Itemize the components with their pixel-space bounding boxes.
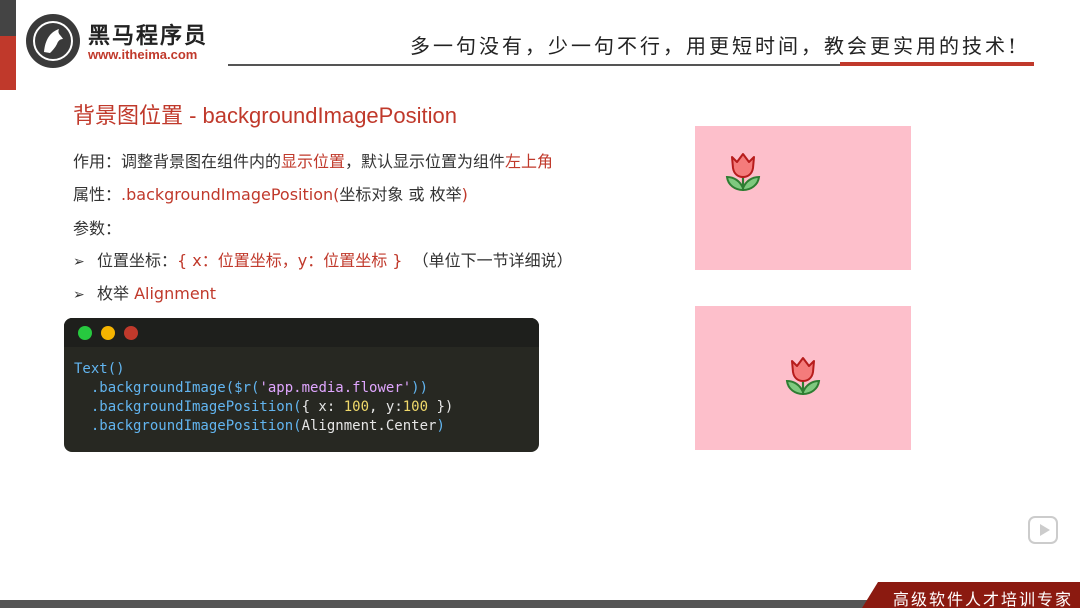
params-label: 参数： [73, 219, 122, 238]
param-coordinate: ➢ 位置坐标：{ x：位置坐标，y：位置坐标 } （单位下一节详细说） [73, 251, 573, 270]
brand-name: 黑马程序员 [88, 24, 209, 49]
property-line: 属性：.backgroundImagePosition(坐标对象 或 枚举) [73, 185, 468, 204]
bullet-arrow-icon: ➢ [73, 287, 85, 303]
window-dot-yellow-icon [101, 326, 115, 340]
code-window: Text() .backgroundImage($r('app.media.fl… [64, 318, 539, 452]
tulip-icon [725, 153, 761, 192]
window-dot-green-icon [78, 326, 92, 340]
tulip-icon [785, 357, 821, 396]
header-slogan: 多一句没有，少一句不行，用更短时间，教会更实用的技术! [410, 34, 1020, 58]
footer-tagline: 高级软件人才培训专家 [893, 590, 1074, 608]
code-window-titlebar [64, 318, 539, 347]
bullet-arrow-icon: ➢ [73, 254, 85, 270]
slide-title: 背景图位置 - backgroundImagePosition [73, 103, 457, 128]
brand-logo: 黑马程序员 www.itheima.com [26, 12, 226, 68]
window-dot-red-icon [124, 326, 138, 340]
description-line: 作用：调整背景图在组件内的显示位置，默认显示位置为组件左上角 [73, 152, 554, 171]
demo-preview-center [695, 306, 911, 450]
horse-logo-icon [26, 14, 80, 68]
brand-url: www.itheima.com [88, 47, 198, 62]
header-divider-accent [840, 62, 1034, 66]
code-block: Text() .backgroundImage($r('app.media.fl… [74, 361, 454, 434]
play-icon[interactable] [1028, 516, 1058, 544]
left-accent-strip [0, 0, 16, 90]
param-enum: ➢ 枚举 Alignment [73, 284, 217, 303]
demo-preview-top-left [695, 126, 911, 270]
